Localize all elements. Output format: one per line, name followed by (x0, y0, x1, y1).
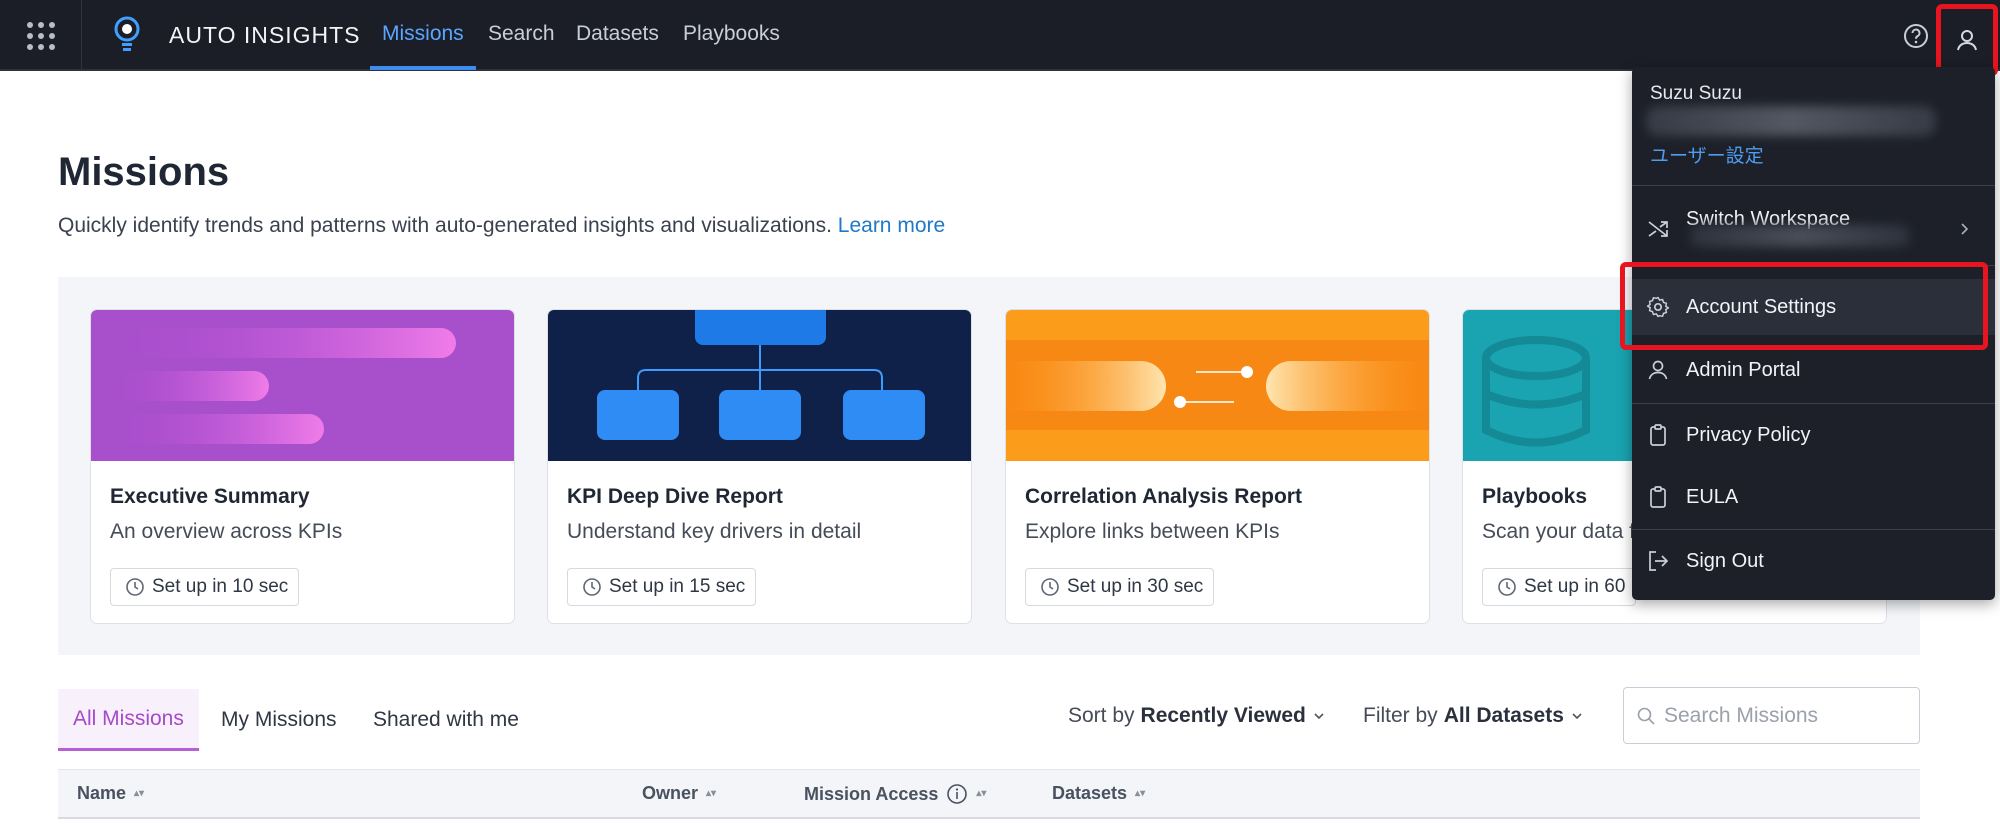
user-profile-button[interactable] (1936, 4, 1998, 76)
tab-shared-with-me[interactable]: Shared with me (373, 689, 519, 751)
app-launcher-grid-icon[interactable] (0, 0, 82, 71)
user-name: Suzu Suzu (1650, 83, 1742, 104)
column-header-mission-access[interactable]: Mission Access ▴▾ (804, 783, 986, 805)
clock-icon (583, 578, 601, 596)
column-datasets-label: Datasets (1052, 783, 1128, 803)
card-description: Explore links between KPIs (1025, 520, 1280, 543)
page-subtitle: Quickly identify trends and patterns wit… (58, 214, 945, 238)
missions-table-header: Name ▴▾ Owner ▴▾ Mission Access ▴▾ Datas… (58, 769, 1920, 819)
redacted-workspace-name (1690, 225, 1910, 247)
setup-time-badge: Set up in 15 sec (567, 568, 757, 606)
user-icon (1957, 30, 1977, 51)
sort-arrows-icon: ▴▾ (976, 788, 987, 799)
menu-eula-label: EULA (1686, 485, 1739, 508)
menu-eula[interactable]: EULA (1632, 469, 1995, 525)
setup-time-text: Set up in 15 sec (609, 576, 746, 597)
card-description: Understand key drivers in detail (567, 520, 862, 543)
menu-admin-portal-label: Admin Portal (1686, 358, 1801, 381)
subtitle-text: Quickly identify trends and patterns wit… (58, 214, 832, 237)
sort-value: Recently Viewed (1140, 704, 1306, 727)
chevron-down-icon (1314, 713, 1324, 720)
menu-admin-portal[interactable]: Admin Portal (1632, 342, 1995, 398)
filter-value: All Datasets (1443, 704, 1564, 727)
search-missions-input[interactable] (1664, 703, 1894, 728)
nav-missions[interactable]: Missions (382, 22, 464, 46)
column-header-owner[interactable]: Owner ▴▾ (642, 783, 716, 804)
setup-time-text: Set up in 10 sec (152, 576, 289, 597)
clock-icon (126, 578, 144, 596)
nav-search[interactable]: Search (488, 22, 555, 46)
filter-dropdown[interactable]: Filter by All Datasets (1363, 704, 1584, 728)
card-kpi-deep-dive[interactable]: KPI Deep Dive Report Understand key driv… (547, 309, 972, 624)
tab-my-missions[interactable]: My Missions (221, 689, 337, 751)
learn-more-link[interactable]: Learn more (838, 214, 945, 237)
card-title: Playbooks (1482, 485, 1588, 508)
setup-time-badge: Set up in 60 (1482, 568, 1637, 606)
menu-divider (1632, 403, 1995, 404)
sort-label: Sort by (1068, 704, 1135, 727)
lightbulb-logo-icon (113, 16, 141, 54)
column-header-datasets[interactable]: Datasets ▴▾ (1052, 783, 1145, 804)
card-description: An overview across KPIs (110, 520, 343, 543)
card-executive-summary[interactable]: Executive Summary An overview across KPI… (90, 309, 515, 624)
redacted-email (1646, 106, 1936, 136)
chevron-down-icon (1572, 713, 1582, 720)
setup-time-text: Set up in 30 sec (1067, 576, 1204, 597)
tab-all-missions[interactable]: All Missions (58, 689, 199, 751)
menu-privacy-policy[interactable]: Privacy Policy (1632, 407, 1995, 463)
clock-icon (1041, 578, 1059, 596)
clock-icon (1498, 578, 1516, 596)
search-missions-box (1623, 687, 1920, 744)
column-owner-label: Owner (642, 783, 699, 803)
app-title: AUTO INSIGHTS (169, 22, 361, 48)
column-name-label: Name (77, 783, 127, 803)
menu-divider (1632, 529, 1995, 530)
column-header-name[interactable]: Name ▴▾ (77, 783, 144, 804)
info-icon[interactable] (946, 783, 968, 805)
menu-divider (1632, 185, 1995, 186)
card-correlation-analysis[interactable]: Correlation Analysis Report Explore link… (1005, 309, 1430, 624)
clipboard-icon (1650, 424, 1666, 446)
help-icon[interactable] (1903, 23, 1929, 49)
nav-playbooks[interactable]: Playbooks (683, 22, 780, 46)
top-navigation-bar: AUTO INSIGHTS Missions Search Datasets P… (0, 0, 2000, 71)
sign-out-icon (1649, 551, 1669, 571)
user-icon (1648, 360, 1668, 380)
setup-time-badge: Set up in 30 sec (1025, 568, 1215, 606)
menu-privacy-policy-label: Privacy Policy (1686, 423, 1811, 446)
menu-sign-out-label: Sign Out (1686, 549, 1764, 572)
correlation-analysis-illustration (1006, 310, 1429, 461)
nav-datasets[interactable]: Datasets (576, 22, 659, 46)
user-settings-link[interactable]: ユーザー設定 (1650, 141, 1764, 168)
card-description: Scan your data f (1482, 520, 1635, 543)
filter-label: Filter by (1363, 704, 1438, 727)
column-mission-access-label: Mission Access (804, 783, 939, 804)
card-title: Correlation Analysis Report (1025, 485, 1302, 508)
setup-time-badge: Set up in 10 sec (110, 568, 300, 606)
card-title: Executive Summary (110, 485, 310, 508)
kpi-deep-dive-illustration (548, 310, 971, 461)
executive-summary-illustration (91, 310, 514, 461)
card-title: KPI Deep Dive Report (567, 485, 783, 508)
search-icon (1637, 707, 1655, 725)
active-nav-indicator (370, 66, 476, 70)
clipboard-icon (1650, 486, 1666, 508)
shuffle-icon (1648, 221, 1668, 237)
sort-arrows-icon: ▴▾ (706, 787, 717, 799)
page-title: Missions (58, 150, 230, 194)
account-settings-highlight (1620, 262, 1988, 350)
sort-arrows-icon: ▴▾ (134, 787, 145, 799)
menu-sign-out[interactable]: Sign Out (1632, 533, 1995, 589)
sort-arrows-icon: ▴▾ (1135, 787, 1146, 799)
sort-dropdown[interactable]: Sort by Recently Viewed (1068, 704, 1326, 728)
chevron-right-icon (1961, 223, 1969, 235)
setup-time-text: Set up in 60 (1524, 576, 1626, 597)
